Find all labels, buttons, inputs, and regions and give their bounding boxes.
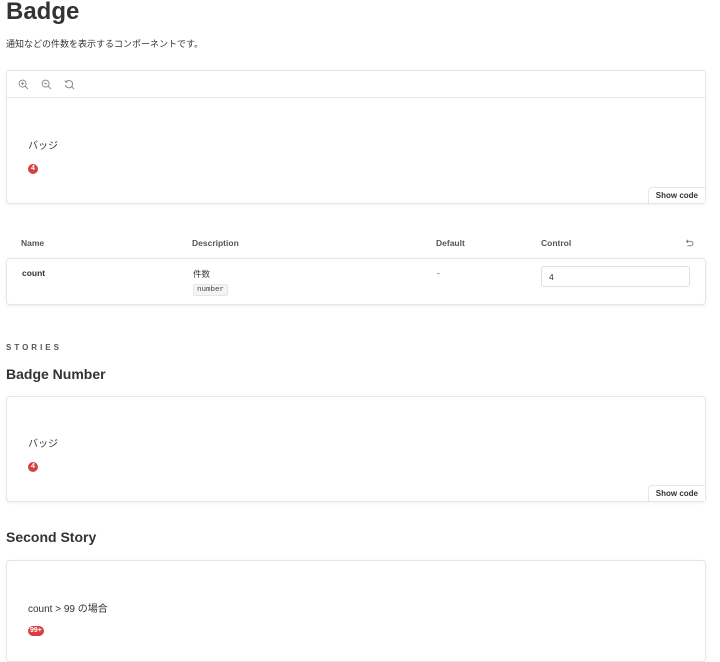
header-description: Description — [192, 238, 239, 248]
count-badge: 4 — [28, 462, 38, 472]
badge-preview-label: count > 99 の場合 — [28, 604, 108, 615]
story-preview-badge-number: バッジ 4 Show code — [6, 396, 706, 502]
story-preview-second-story: count > 99 の場合 99+ — [6, 560, 706, 662]
arg-default: - — [437, 268, 440, 278]
arg-type-chip: number — [193, 284, 229, 296]
primary-preview-canvas: バッジ 4 Show code — [6, 70, 706, 204]
count-badge: 99+ — [28, 626, 44, 636]
page-subtitle: 通知などの件数を表示するコンポーネントです。 — [6, 39, 204, 49]
show-code-button[interactable]: Show code — [647, 485, 705, 501]
stories-kicker: STORIES — [6, 343, 62, 352]
preview-toolbar — [7, 71, 705, 98]
page-title: Badge — [6, 0, 80, 25]
count-control-input[interactable] — [541, 266, 690, 287]
zoom-in-icon[interactable] — [17, 78, 29, 90]
header-name: Name — [21, 238, 45, 248]
story-title-badge-number: Badge Number — [6, 366, 106, 382]
badge-preview-label: バッジ — [28, 439, 58, 450]
story-title-second-story: Second Story — [6, 529, 97, 545]
args-table-header: Name Description Default Control — [6, 236, 704, 252]
table-row: count 件数 number - — [6, 258, 706, 305]
header-control: Control — [541, 238, 572, 248]
zoom-out-icon[interactable] — [40, 78, 52, 90]
badge-preview-label: バッジ — [28, 141, 58, 152]
arg-name: count — [22, 268, 46, 278]
header-default: Default — [436, 238, 465, 248]
arg-description: 件数 — [193, 269, 211, 279]
undo-icon[interactable] — [684, 238, 694, 248]
arg-description-cell: 件数 number — [193, 268, 229, 296]
count-badge: 4 — [28, 164, 38, 174]
show-code-button[interactable]: Show code — [647, 187, 705, 203]
zoom-reset-icon[interactable] — [63, 78, 75, 90]
